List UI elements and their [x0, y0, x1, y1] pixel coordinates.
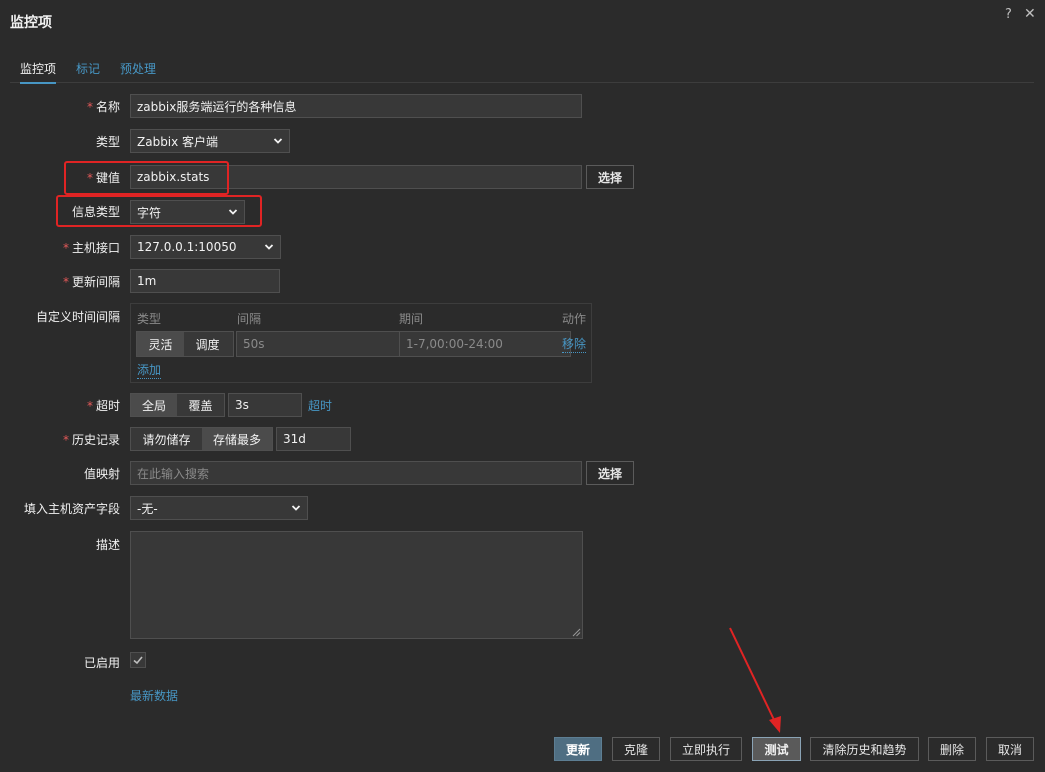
enabled-checkbox[interactable]: [130, 652, 146, 668]
tab-preprocessing[interactable]: 预处理: [120, 60, 156, 77]
chevron-down-icon: [264, 244, 274, 250]
chevron-down-icon: [291, 505, 301, 511]
inventory-label: 填入主机资产字段: [23, 502, 120, 516]
cancel-button[interactable]: 取消: [986, 737, 1034, 761]
chevron-down-icon: [273, 138, 283, 144]
execute-now-button[interactable]: 立即执行: [670, 737, 742, 761]
key-input[interactable]: zabbix.stats: [130, 165, 582, 189]
delete-button[interactable]: 删除: [928, 737, 976, 761]
resize-handle-icon[interactable]: [572, 628, 581, 637]
value-map-label: 值映射: [83, 467, 120, 481]
tab-item[interactable]: 监控项: [20, 60, 57, 84]
period-input[interactable]: 1-7,00:00-24:00: [399, 331, 571, 357]
col-type: 类型: [137, 312, 162, 326]
add-interval-link[interactable]: 添加: [137, 361, 162, 379]
close-icon[interactable]: ✕: [1024, 6, 1036, 22]
description-label: 描述: [95, 538, 120, 552]
key-select-button[interactable]: 选择: [586, 165, 634, 189]
test-button[interactable]: 测试: [752, 737, 801, 761]
remove-link[interactable]: 移除: [562, 335, 587, 353]
history-label: * 历史记录: [62, 433, 120, 447]
name-label: * 名称: [86, 100, 120, 114]
help-icon[interactable]: ?: [1005, 7, 1012, 22]
name-input[interactable]: zabbix服务端运行的各种信息: [130, 94, 582, 118]
info-type-select[interactable]: 字符: [130, 200, 245, 224]
col-interval: 间隔: [237, 312, 262, 326]
timeout-input[interactable]: 3s: [228, 393, 302, 417]
type-select[interactable]: Zabbix 客户端: [130, 129, 290, 153]
interval-input[interactable]: 50s: [236, 331, 408, 357]
interface-label: * 主机接口: [62, 241, 120, 255]
checkmark-icon: [133, 656, 143, 665]
timeout-label: * 超时: [86, 399, 120, 413]
flexible-option[interactable]: 灵活: [137, 332, 184, 356]
custom-intervals-table: 类型 间隔 期间 动作 灵活 调度 50s 1-7,00:00-24:00 移除…: [130, 303, 592, 383]
timeout-override-option[interactable]: 覆盖: [177, 394, 224, 416]
update-interval-input[interactable]: 1m: [130, 269, 280, 293]
timeout-global-option[interactable]: 全局: [131, 394, 177, 416]
timeout-link[interactable]: 超时: [308, 397, 332, 414]
timeout-toggle: 全局 覆盖: [130, 393, 225, 417]
info-type-label: 信息类型: [71, 205, 120, 219]
history-no-store-option[interactable]: 请勿储存: [131, 428, 202, 450]
type-select-value: Zabbix 客户端: [137, 134, 219, 149]
custom-intervals-label: 自定义时间间隔: [35, 310, 120, 324]
tab-tags[interactable]: 标记: [76, 60, 100, 77]
clone-button[interactable]: 克隆: [612, 737, 660, 761]
interface-select[interactable]: 127.0.0.1:10050: [130, 235, 281, 259]
annotation-arrow-icon: [729, 627, 781, 733]
update-interval-label: * 更新间隔: [62, 275, 120, 289]
value-map-input[interactable]: 在此输入搜索: [130, 461, 582, 485]
tab-bar: 监控项 标记 预处理: [10, 53, 1034, 84]
update-button[interactable]: 更新: [554, 737, 602, 761]
interval-type-toggle: 灵活 调度: [136, 331, 234, 357]
inventory-value: -无-: [137, 501, 158, 516]
enabled-label: 已启用: [83, 656, 120, 670]
dialog-title: 监控项: [10, 15, 52, 31]
col-period: 期间: [399, 312, 424, 326]
chevron-down-icon: [228, 209, 238, 215]
interface-value: 127.0.0.1:10050: [137, 240, 237, 254]
inventory-select[interactable]: -无-: [130, 496, 308, 520]
clear-history-button[interactable]: 清除历史和趋势: [810, 737, 919, 761]
col-action: 动作: [562, 312, 587, 326]
type-label: 类型: [95, 135, 120, 149]
latest-data-link[interactable]: 最新数据: [130, 687, 178, 704]
key-label: * 键值: [86, 171, 120, 185]
value-map-select-button[interactable]: 选择: [586, 461, 634, 485]
history-toggle: 请勿储存 存储最多: [130, 427, 273, 451]
description-textarea[interactable]: [130, 531, 583, 639]
history-store-option[interactable]: 存储最多: [202, 428, 272, 450]
scheduling-option[interactable]: 调度: [184, 332, 231, 356]
history-input[interactable]: 31d: [276, 427, 351, 451]
info-type-value: 字符: [137, 205, 162, 220]
